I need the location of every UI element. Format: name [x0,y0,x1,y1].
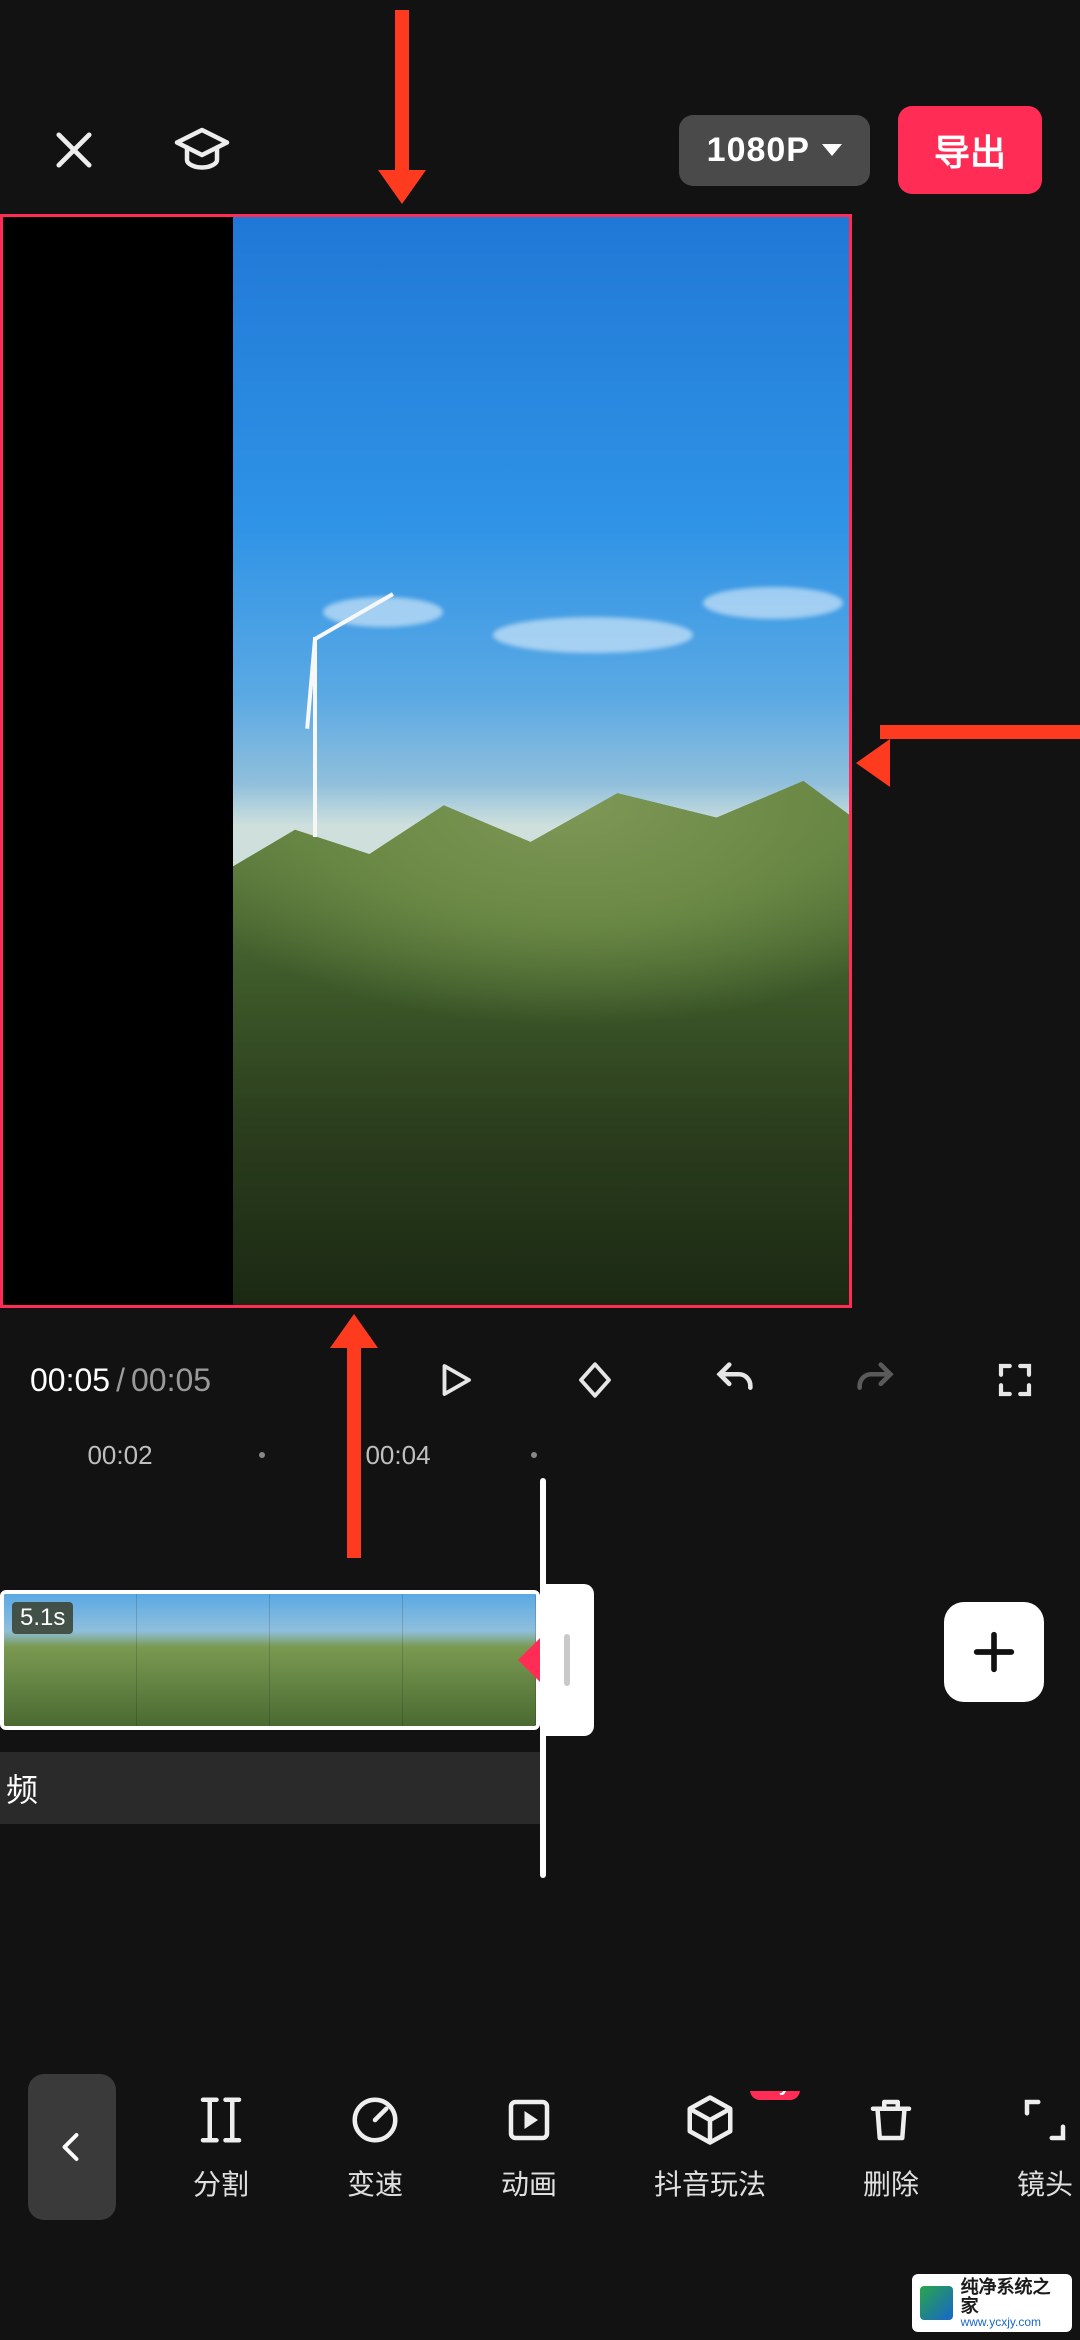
tool-label: 分割 [193,2163,249,2203]
tool-animation[interactable]: 动画 [500,2091,558,2203]
playhead[interactable] [540,1478,546,1878]
clip-duration-badge: 5.1s [12,1602,73,1634]
timeline-ruler[interactable]: 00:02 00:04 [0,1432,1080,1480]
tool-label: 删除 [863,2163,919,2203]
tool-label: 变速 [347,2163,403,2203]
ruler-tick-label: 00:04 [365,1440,430,1471]
track-label: 频 [6,1765,38,1811]
app-root: 1080P 导出 00:05/00:05 [0,0,1080,2340]
tool-delete[interactable]: 删除 [862,2091,920,2203]
keyframe-icon[interactable] [568,1353,622,1407]
close-icon[interactable] [38,114,110,186]
play-icon[interactable] [428,1353,482,1407]
top-bar: 1080P 导出 [0,90,1080,210]
tool-label: 镜头 [1017,2163,1073,2203]
playback-controls [428,1353,1050,1407]
tool-label: 抖音玩法 [654,2163,766,2203]
selection-frame[interactable] [0,214,852,1308]
topbar-right: 1080P 导出 [679,106,1042,194]
preview-cloud [703,587,843,619]
preview-area[interactable] [0,214,1080,1308]
tool-split[interactable]: 分割 [192,2091,250,2203]
tool-speed[interactable]: 变速 [346,2091,404,2203]
tool-lens[interactable]: 镜头 [1016,2091,1074,2203]
split-icon [192,2091,250,2149]
resolution-label: 1080P [707,131,810,170]
redo-icon[interactable] [848,1353,902,1407]
delete-icon [862,2091,920,2149]
ruler-tick-label: 00:02 [87,1440,152,1471]
video-frame [233,217,852,1305]
ruler-tick-dot [259,1452,265,1458]
export-button[interactable]: 导出 [898,106,1042,194]
track-label-bar[interactable]: 频 [0,1752,540,1824]
watermark-text: 纯净系统之家 www.ycxjy.com [961,2278,1064,2328]
try-badge: Try [750,2091,800,2100]
preview-turbine [313,637,317,837]
fullscreen-icon[interactable] [988,1353,1042,1407]
topbar-left [38,114,238,186]
current-time: 00:05 [30,1362,110,1398]
add-clip-button[interactable] [944,1602,1044,1702]
clip-thumb [403,1594,536,1726]
cube-icon [681,2091,739,2149]
animation-icon [500,2091,558,2149]
clip-trim-handle-right[interactable] [540,1584,594,1736]
clip-thumb [137,1594,270,1726]
academy-icon[interactable] [166,114,238,186]
watermark-logo [920,2286,953,2320]
bottom-toolbar: 分割 变速 动画 Try 抖音玩法 [0,2062,1080,2232]
ruler-tick-dot [531,1452,537,1458]
time-separator: / [116,1362,125,1398]
tool-row: 分割 变速 动画 Try 抖音玩法 [116,2091,1080,2203]
clip-thumb [270,1594,403,1726]
undo-icon[interactable] [708,1353,762,1407]
preview-cloud [493,617,693,653]
watermark-name: 纯净系统之家 [961,2278,1064,2316]
speed-icon [346,2091,404,2149]
resolution-selector[interactable]: 1080P [679,115,870,186]
toolbar-back-button[interactable] [28,2074,116,2220]
watermark: 纯净系统之家 www.ycxjy.com [912,2274,1072,2332]
clip-strip[interactable]: 5.1s [0,1590,540,1730]
total-time: 00:05 [131,1362,211,1398]
export-label: 导出 [934,132,1006,173]
watermark-url: www.ycxjy.com [961,2316,1064,2329]
playback-bar: 00:05/00:05 [0,1340,1080,1420]
tool-label: 动画 [501,2163,557,2203]
chevron-down-icon [822,144,842,156]
lens-icon [1016,2091,1074,2149]
tool-douyin-effects[interactable]: Try 抖音玩法 [654,2091,766,2203]
time-display: 00:05/00:05 [30,1362,211,1399]
